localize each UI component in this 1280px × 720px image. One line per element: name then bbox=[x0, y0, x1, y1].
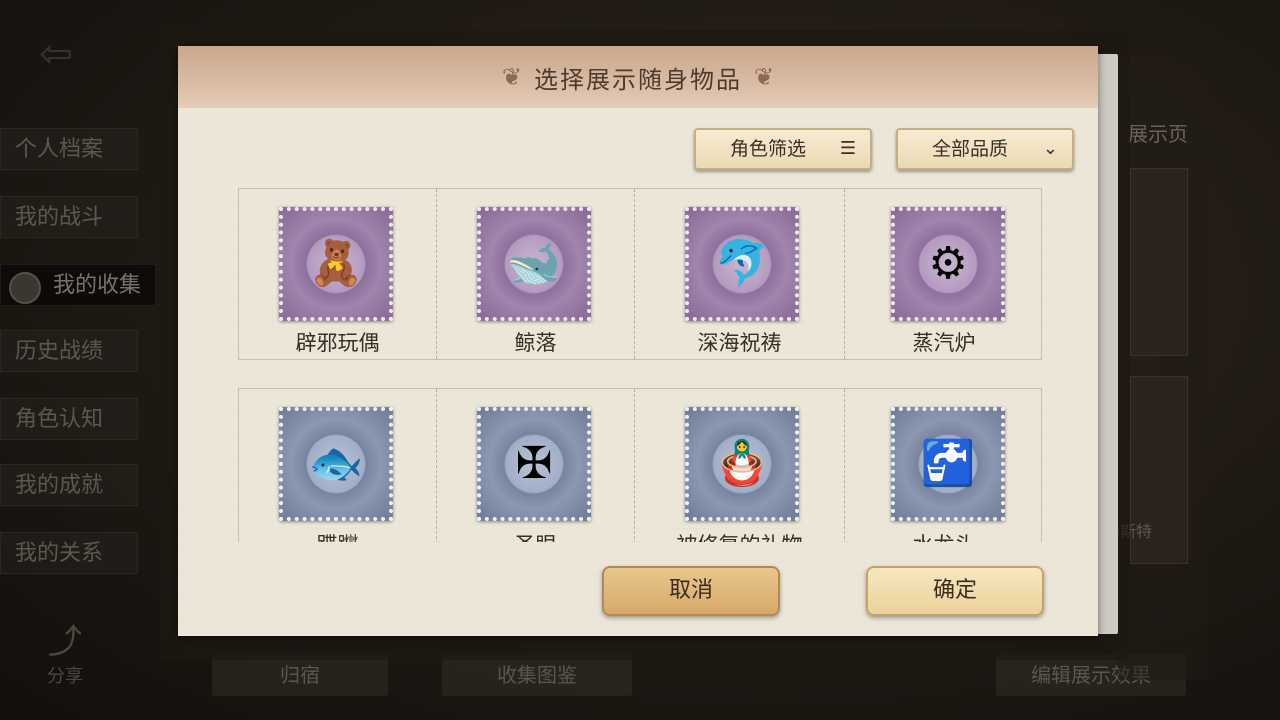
item-stamp: 🚰 bbox=[891, 407, 1005, 521]
item-name: 圣眼 bbox=[437, 529, 634, 542]
item-stamp: ⚙ bbox=[891, 207, 1005, 321]
fish-icon: 🐟 bbox=[308, 438, 364, 489]
item-stamp: 🐋 bbox=[477, 207, 591, 321]
item-cell[interactable]: 🐬 深海祝祷 bbox=[635, 189, 845, 359]
item-name: 水龙头 bbox=[845, 529, 1043, 542]
item-stamp: ✠ bbox=[477, 407, 591, 521]
item-grid-scroll[interactable]: 🐟 蹀躞 ✠ 圣眼 🪆 被修复的礼物 🚰 水龙头 bbox=[178, 386, 1098, 542]
quality-filter-label: 全部品质 bbox=[932, 138, 1009, 160]
laurel-left-icon: ❦ bbox=[501, 63, 522, 91]
item-name: 蒸汽炉 bbox=[912, 331, 976, 355]
item-name: 辟邪玩偶 bbox=[295, 331, 380, 355]
holy-cross-icon: ✠ bbox=[515, 438, 553, 489]
item-name: 深海祝祷 bbox=[697, 331, 782, 355]
deep-sea-icon: 🐬 bbox=[714, 238, 770, 289]
item-cell[interactable]: 🚰 水龙头 bbox=[845, 389, 1043, 542]
item-cell[interactable]: 🪆 被修复的礼物 bbox=[635, 389, 845, 542]
whale-icon: 🐋 bbox=[506, 238, 562, 289]
item-cell[interactable]: ✠ 圣眼 bbox=[437, 389, 635, 542]
item-grid-row: 🐟 蹀躞 ✠ 圣眼 🪆 被修复的礼物 🚰 水龙头 bbox=[238, 388, 1042, 542]
item-stamp: 🪆 bbox=[685, 407, 799, 521]
item-cell[interactable]: 🐋 鲸落 bbox=[437, 189, 635, 359]
quality-filter-dropdown[interactable]: 全部品质 ⌄ bbox=[896, 128, 1074, 170]
item-stamp: 🐟 bbox=[279, 407, 393, 521]
faucet-icon: 🚰 bbox=[920, 438, 976, 489]
cancel-button[interactable]: 取消 bbox=[602, 566, 780, 616]
role-filter-label: 角色筛选 bbox=[730, 138, 807, 160]
doll-icon: 🧸 bbox=[308, 238, 364, 289]
confirm-button[interactable]: 确定 bbox=[866, 566, 1044, 616]
steam-furnace-icon: ⚙ bbox=[928, 238, 968, 289]
item-cell[interactable]: ⚙ 蒸汽炉 bbox=[845, 189, 1043, 359]
select-item-dialog: ❦ 选择展示随身物品 ❦ 角色筛选 ☰ 全部品质 ⌄ 🧸 辟邪玩偶 🐋 鲸落 🐬 bbox=[178, 46, 1098, 636]
dialog-header: ❦ 选择展示随身物品 ❦ bbox=[178, 46, 1098, 108]
item-name: 被修复的礼物 bbox=[635, 529, 844, 542]
item-name: 鲸落 bbox=[514, 331, 557, 355]
list-icon: ☰ bbox=[839, 138, 856, 159]
item-name: 蹀躞 bbox=[239, 529, 436, 542]
chevron-down-icon: ⌄ bbox=[1042, 138, 1058, 159]
item-grid-row: 🧸 辟邪玩偶 🐋 鲸落 🐬 深海祝祷 ⚙ 蒸汽炉 bbox=[238, 188, 1042, 360]
dialog-title: 选择展示随身物品 bbox=[534, 65, 742, 94]
item-cell[interactable]: 🐟 蹀躞 bbox=[239, 389, 437, 542]
nutcracker-icon: 🪆 bbox=[714, 438, 770, 489]
laurel-right-icon: ❦ bbox=[754, 63, 775, 91]
item-stamp: 🐬 bbox=[685, 207, 799, 321]
role-filter-button[interactable]: 角色筛选 ☰ bbox=[694, 128, 872, 170]
item-cell[interactable]: 🧸 辟邪玩偶 bbox=[239, 189, 437, 359]
item-stamp: 🧸 bbox=[279, 207, 393, 321]
